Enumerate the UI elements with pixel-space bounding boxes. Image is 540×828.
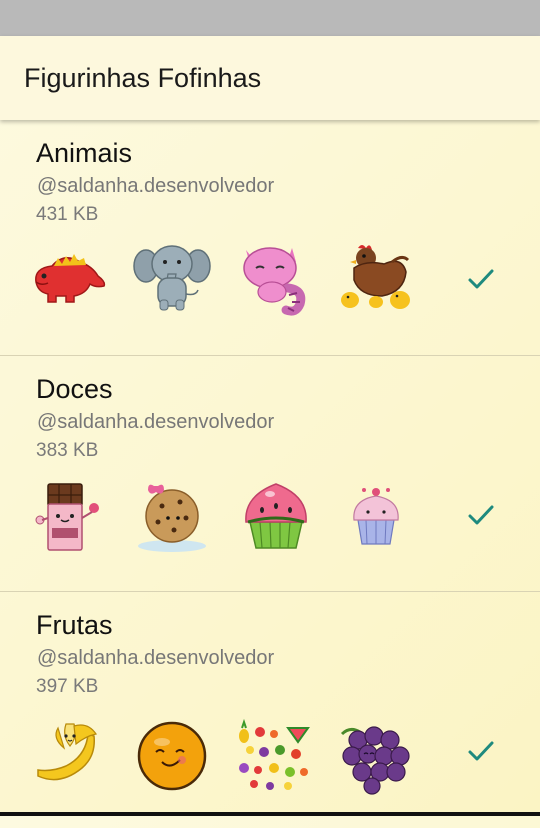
check-icon — [468, 505, 494, 525]
pack-author: @saldanha.desenvolvedor — [37, 647, 275, 669]
hen-chicks-sticker — [341, 245, 410, 309]
watermelon-cupcake-sticker — [245, 483, 307, 549]
chocolate-bar-sticker — [35, 483, 99, 551]
check-icon — [468, 269, 494, 289]
pink-cat-sticker — [243, 247, 306, 316]
pack-size: 383 KB — [36, 440, 99, 461]
app-title: Figurinhas Fofinhas — [24, 63, 262, 93]
dinosaur-sticker — [35, 254, 106, 303]
bottom-edge — [0, 812, 540, 816]
pack-name: Frutas — [36, 610, 113, 640]
grapes-sticker — [340, 726, 410, 795]
fruit-mix-sticker — [239, 718, 310, 790]
check-icon — [468, 741, 494, 761]
sticker-preview-row — [0, 478, 540, 558]
banana-sticker — [37, 723, 97, 781]
sticker-pack-animais[interactable]: Animais @saldanha.desenvolvedor 431 KB — [0, 120, 540, 356]
sticker-pack-frutas[interactable]: Frutas @saldanha.desenvolvedor 397 KB — [0, 592, 540, 828]
orange-sticker — [137, 721, 207, 791]
pack-size: 397 KB — [36, 676, 99, 697]
sticker-preview-row — [0, 716, 540, 796]
pack-name: Doces — [36, 374, 113, 404]
pack-name: Animais — [36, 138, 133, 168]
cookie-sticker — [138, 484, 206, 552]
sticker-preview-row — [0, 238, 540, 318]
elephant-sticker — [133, 245, 211, 311]
purple-cupcake-sticker — [353, 488, 399, 545]
app-bar: Figurinhas Fofinhas — [0, 36, 540, 120]
pack-author: @saldanha.desenvolvedor — [37, 175, 275, 197]
sticker-pack-doces[interactable]: Doces @saldanha.desenvolvedor 383 KB — [0, 356, 540, 592]
pack-author: @saldanha.desenvolvedor — [37, 411, 275, 433]
status-bar — [0, 0, 540, 36]
pack-size: 431 KB — [36, 204, 99, 225]
